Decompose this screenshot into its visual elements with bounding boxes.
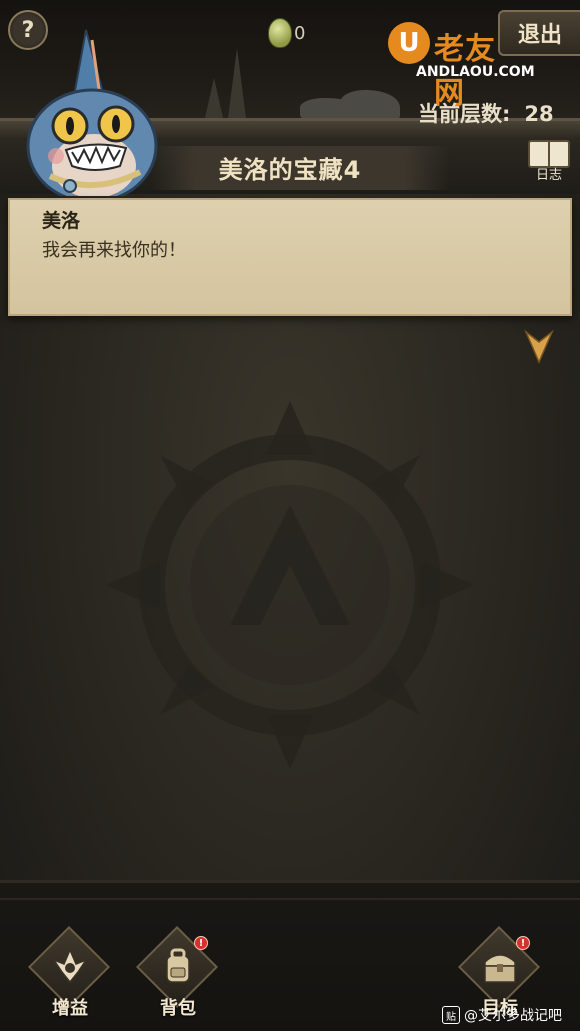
dialog-text: 我会再来找你的！ (42, 240, 186, 261)
event-title: 美洛的宝藏4 (218, 156, 362, 184)
journal-label: 日志 (535, 168, 562, 183)
journal-button[interactable]: 日志 (524, 140, 574, 184)
dungeon-emblem-icon (106, 401, 474, 769)
game-screen: ? 0 U 老友网 ANDLAOU.COM 退出 当前层数: 28 美洛的宝藏4 … (0, 0, 580, 1031)
notification-badge: ! (194, 936, 208, 950)
coin-count: 0 (294, 22, 306, 44)
watermark: 贴 @艾尔多战记吧 (442, 1005, 562, 1025)
dialog-box[interactable]: 美洛 我会再来找你的！ (8, 198, 572, 316)
divider (0, 898, 580, 900)
backpack-button[interactable]: ! 背包 (132, 925, 224, 1024)
watermark-text: @艾尔多战记吧 (464, 1008, 562, 1024)
treasure-chest-icon (484, 954, 516, 983)
floor-label: 当前层数: (418, 102, 511, 126)
fish-character-portrait (26, 29, 158, 196)
tieba-icon: 贴 (442, 1006, 460, 1024)
logo-mark: U (388, 22, 430, 64)
backpack-label: 背包 (160, 998, 196, 1019)
speaker-name: 美洛 (42, 210, 81, 232)
exit-button[interactable]: 退出 (498, 10, 580, 56)
floor-indicator: 当前层数: 28 (418, 98, 554, 128)
logo-domain: ANDLAOU.COM (416, 64, 535, 80)
continue-arrow-icon[interactable] (524, 328, 554, 364)
notification-badge: ! (516, 936, 530, 950)
floor-value: 28 (524, 102, 554, 126)
buff-label: 增益 (52, 998, 88, 1019)
site-logo: U 老友网 ANDLAOU.COM (388, 20, 535, 111)
coin-counter: 0 (268, 18, 305, 48)
rock-spike (228, 48, 246, 118)
seed-coin-icon (268, 18, 292, 48)
rock-spike (205, 78, 223, 118)
backpack-icon (166, 948, 190, 983)
buff-button[interactable]: 增益 (24, 925, 116, 1024)
buff-emblem-icon (52, 948, 88, 984)
